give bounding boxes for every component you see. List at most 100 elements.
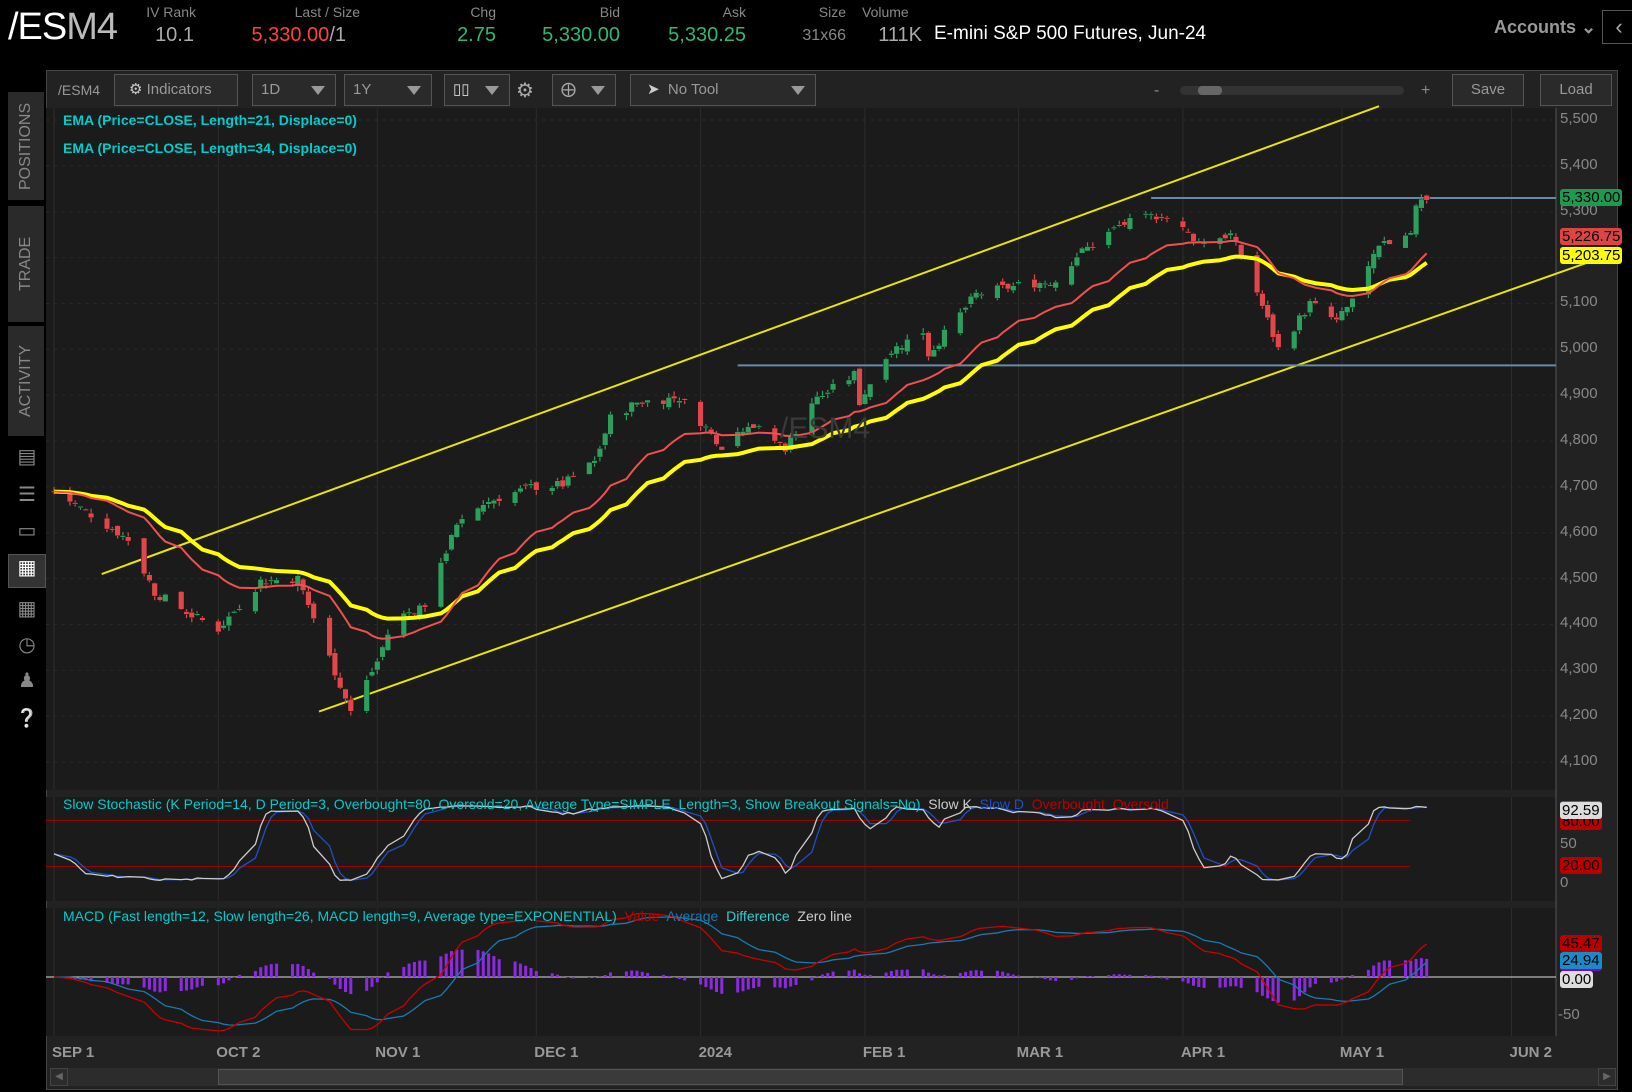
candle-up [883, 358, 890, 381]
candle-up [1381, 240, 1388, 244]
candle-down [151, 582, 158, 597]
macd-axis-minus50: -50 [1558, 1006, 1580, 1023]
candle-down [1423, 195, 1430, 201]
price-tick: 4,100 [1560, 752, 1598, 770]
slow-d-legend: Slow D [979, 796, 1024, 812]
candle-down [326, 617, 333, 657]
candle-down [347, 699, 354, 712]
candle-up [623, 412, 630, 416]
macd-value-badge: 45.47 [1560, 935, 1602, 952]
price-tick: 5,000 [1560, 339, 1598, 357]
candle-up [220, 625, 227, 629]
candle-down [337, 677, 344, 689]
candle-down [522, 484, 529, 487]
date-tick: APR 1 [1180, 1044, 1226, 1061]
candle-up [236, 608, 243, 611]
candle-up [374, 660, 381, 671]
candle-down [183, 611, 190, 615]
price-tick: 4,700 [1560, 476, 1598, 494]
candle-up [490, 500, 497, 505]
slow-k-legend: Slow K [928, 796, 972, 812]
candle-down [856, 368, 863, 406]
candle-down [1179, 220, 1186, 228]
candle-up [628, 401, 635, 413]
macd-difference-legend: Difference [726, 908, 790, 924]
price-tick: 4,500 [1560, 568, 1598, 586]
candle-up [231, 611, 238, 614]
candle-up [1402, 235, 1409, 249]
candle-down [1089, 246, 1096, 249]
price-tick: 5,500 [1560, 110, 1598, 127]
candle-up [994, 284, 1001, 299]
candle-up [1370, 253, 1377, 269]
horizontal-scrollbar[interactable]: ◀ ▶ [50, 1068, 1616, 1086]
date-tick: NOV 1 [375, 1044, 421, 1061]
candle-up [453, 524, 460, 538]
candle-up [448, 534, 455, 550]
candle-up [1084, 246, 1091, 252]
candle-down [1153, 216, 1160, 220]
oversold-badge: 20.00 [1560, 857, 1602, 874]
stochastic-legend: Slow Stochastic (K Period=14, D Period=3… [63, 796, 1169, 812]
candle-up [480, 504, 487, 513]
candle-up [586, 461, 593, 475]
price-tick: 5,100 [1560, 293, 1598, 311]
candle-down [1158, 216, 1165, 219]
candle-up [1418, 198, 1425, 209]
candle-down [422, 604, 429, 608]
candle-down [310, 603, 317, 619]
macd-average-badge: 24.94 [1560, 952, 1602, 971]
candle-down [82, 508, 89, 511]
candle-up [77, 506, 84, 508]
ema34-badge: 5,203.75 [1560, 247, 1623, 264]
macd-legend: MACD (Fast length=12, Slow length=26, MA… [63, 908, 852, 924]
stochastic-title: Slow Stochastic (K Period=14, D Period=3… [63, 796, 921, 812]
price-chart[interactable] [0, 0, 1632, 1092]
candle-up [517, 487, 524, 493]
candle-down [1328, 305, 1335, 318]
candle-down [1312, 300, 1319, 304]
candle-down [1163, 217, 1170, 220]
candle-up [363, 679, 370, 712]
candle-up [930, 349, 937, 358]
candle-up [745, 426, 752, 434]
candle-down [103, 517, 110, 530]
candle-down [713, 434, 720, 445]
candle-up [602, 432, 609, 446]
candle-up [1036, 282, 1043, 289]
candle-down [1005, 283, 1012, 290]
candle-up [1116, 224, 1123, 227]
candle-down [109, 528, 116, 531]
zero-line-legend: Zero line [797, 908, 852, 924]
candle-down [199, 617, 206, 621]
scroll-left-button[interactable]: ◀ [50, 1068, 68, 1086]
candle-up [528, 483, 535, 486]
candle-up [819, 395, 826, 398]
candle-down [88, 512, 95, 518]
date-tick: MAY 1 [1339, 1044, 1385, 1061]
last-price-badge: 5,330.00 [1560, 189, 1623, 206]
slow-k-badge: 92.59 [1560, 801, 1602, 819]
scrollbar-thumb[interactable] [218, 1069, 1403, 1085]
candle-down [1275, 333, 1282, 348]
candle-up [1042, 283, 1049, 286]
candle-down [1259, 293, 1266, 307]
candle-down [331, 652, 338, 676]
candle-up [437, 562, 444, 608]
candle-up [273, 579, 280, 584]
candle-up [1296, 314, 1303, 331]
scroll-right-button[interactable]: ▶ [1598, 1068, 1616, 1086]
candle-up [1227, 232, 1234, 236]
price-pane [46, 108, 1556, 790]
candle-up [591, 460, 598, 464]
candle-up [1047, 284, 1054, 287]
candle-up [1126, 217, 1133, 230]
candle-up [607, 413, 614, 435]
candle-up [443, 552, 450, 562]
candle-up [1349, 298, 1356, 308]
chart-watermark: /ESM4 [780, 412, 871, 445]
date-tick: JUN 2 [1509, 1044, 1553, 1061]
stoch-axis-0: 0 [1560, 874, 1569, 891]
candle-up [824, 392, 831, 395]
candle-up [1142, 213, 1149, 216]
